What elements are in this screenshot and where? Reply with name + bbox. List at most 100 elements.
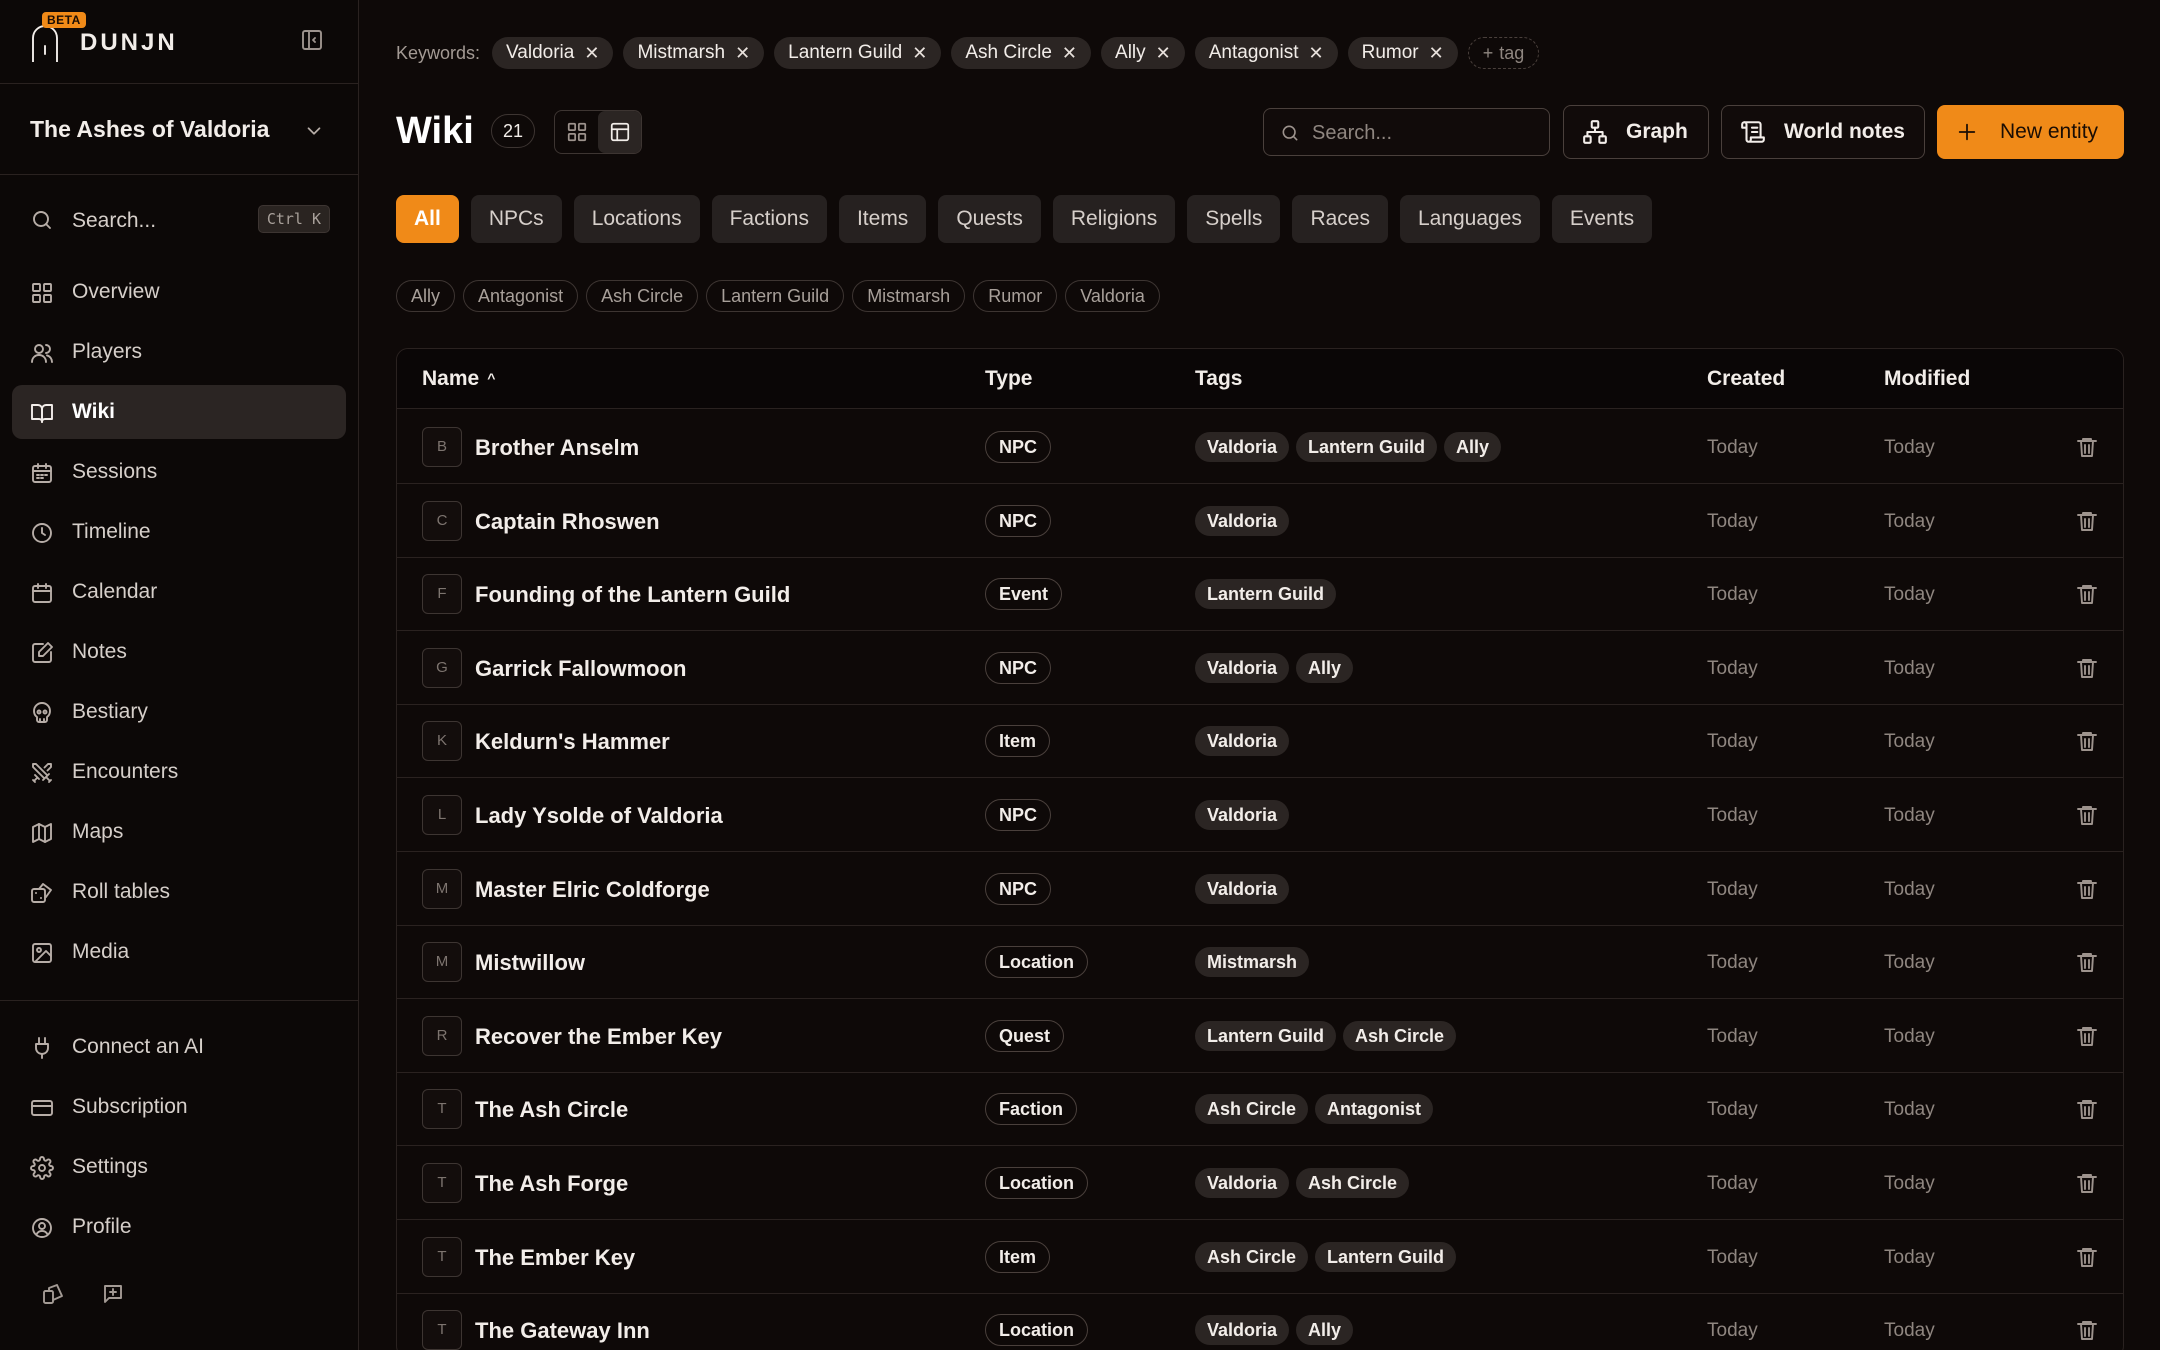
table-row[interactable]: F Founding of the Lantern Guild Event Lante… bbox=[397, 557, 2123, 632]
filter-languages[interactable]: Languages bbox=[1399, 195, 1540, 243]
close-icon[interactable]: ✕ bbox=[1309, 43, 1324, 64]
trash-icon[interactable] bbox=[2075, 656, 2099, 680]
sidebar-item-sessions[interactable]: Sessions bbox=[12, 445, 346, 499]
sidebar-item-players[interactable]: Players bbox=[12, 325, 346, 379]
sidebar-item-connect-ai[interactable]: Connect an AI bbox=[12, 1020, 346, 1074]
table-row[interactable]: M Mistwillow Location Mistmarsh Today Today bbox=[397, 925, 2123, 1000]
table-row[interactable]: T The Ember Key Item Ash Circle Lantern Guil… bbox=[397, 1220, 2123, 1294]
sidebar-collapse-icon[interactable] bbox=[300, 28, 324, 52]
world-notes-button[interactable]: World notes bbox=[1721, 105, 1925, 159]
close-icon[interactable]: ✕ bbox=[1062, 43, 1077, 64]
column-header-tags[interactable]: Tags bbox=[1195, 367, 1242, 391]
sidebar-item-bestiary[interactable]: Bestiary bbox=[12, 685, 346, 739]
tag-filter[interactable]: Ally bbox=[396, 280, 456, 312]
entity-name[interactable]: Founding of the Lantern Guild bbox=[475, 582, 790, 608]
trash-icon[interactable] bbox=[2075, 950, 2099, 974]
entity-name[interactable]: The Ember Key bbox=[475, 1245, 635, 1271]
trash-icon[interactable] bbox=[2075, 1097, 2099, 1121]
column-header-created[interactable]: Created bbox=[1707, 367, 1785, 391]
sidebar-item-overview[interactable]: Overview bbox=[12, 265, 346, 319]
sidebar-item-profile[interactable]: Profile bbox=[12, 1200, 346, 1254]
close-icon[interactable]: ✕ bbox=[1429, 43, 1444, 64]
sidebar-item-roll-tables[interactable]: Roll tables bbox=[12, 865, 346, 919]
add-tag-button[interactable]: + tag bbox=[1467, 37, 1540, 69]
entity-name[interactable]: Brother Anselm bbox=[475, 435, 639, 461]
entity-name[interactable]: Garrick Fallowmoon bbox=[475, 656, 687, 682]
tag-filter[interactable]: Ash Circle bbox=[586, 280, 699, 312]
sidebar-item-timeline[interactable]: Timeline bbox=[12, 505, 346, 559]
column-header-type[interactable]: Type bbox=[985, 367, 1032, 391]
table-view-icon[interactable] bbox=[598, 111, 641, 153]
table-row[interactable]: T The Gateway Inn Location Valdoria Ally Toda… bbox=[397, 1293, 2123, 1350]
table-row[interactable]: T The Ash Forge Location Valdoria Ash Circle… bbox=[397, 1146, 2123, 1220]
sidebar-item-wiki[interactable]: Wiki bbox=[12, 385, 346, 439]
entity-name[interactable]: Recover the Ember Key bbox=[475, 1024, 722, 1050]
tag-filter[interactable]: Valdoria bbox=[1065, 280, 1160, 312]
filter-events[interactable]: Events bbox=[1551, 195, 1653, 243]
column-header-modified[interactable]: Modified bbox=[1884, 367, 1970, 391]
sidebar-item-subscription[interactable]: Subscription bbox=[12, 1080, 346, 1134]
sidebar-item-maps[interactable]: Maps bbox=[12, 805, 346, 859]
filter-spells[interactable]: Spells bbox=[1187, 195, 1281, 243]
entity-name[interactable]: Keldurn's Hammer bbox=[475, 729, 670, 755]
tag-filter[interactable]: Antagonist bbox=[463, 280, 579, 312]
changelog-icon[interactable] bbox=[41, 1282, 65, 1306]
filter-items[interactable]: Items bbox=[838, 195, 927, 243]
trash-icon[interactable] bbox=[2075, 1171, 2099, 1195]
tag-filter[interactable]: Rumor bbox=[973, 280, 1058, 312]
table-row[interactable]: T The Ash Circle Faction Ash Circle Antagoni… bbox=[397, 1072, 2123, 1147]
trash-icon[interactable] bbox=[2075, 1245, 2099, 1269]
entity-name[interactable]: The Ash Circle bbox=[475, 1097, 628, 1123]
column-header-name[interactable]: Name ^ bbox=[422, 367, 495, 391]
filter-all[interactable]: All bbox=[396, 195, 459, 243]
trash-icon[interactable] bbox=[2075, 435, 2099, 459]
table-row[interactable]: L Lady Ysolde of Valdoria NPC Valdoria Today… bbox=[397, 778, 2123, 852]
entity-name[interactable]: Lady Ysolde of Valdoria bbox=[475, 803, 723, 829]
tag-filter[interactable]: Lantern Guild bbox=[706, 280, 845, 312]
new-entity-button[interactable]: New entity bbox=[1937, 105, 2124, 159]
entity-name[interactable]: Mistwillow bbox=[475, 950, 585, 976]
filter-npcs[interactable]: NPCs bbox=[470, 195, 562, 243]
table-row[interactable]: B Brother Anselm NPC Valdoria Lantern Guild A… bbox=[397, 410, 2123, 484]
entity-name[interactable]: Master Elric Coldforge bbox=[475, 877, 710, 903]
close-icon[interactable]: ✕ bbox=[1156, 43, 1171, 64]
close-icon[interactable]: ✕ bbox=[735, 43, 750, 64]
book-icon bbox=[30, 401, 54, 425]
sidebar-item-settings[interactable]: Settings bbox=[12, 1140, 346, 1194]
campaign-selector[interactable]: The Ashes of Valdoria bbox=[0, 84, 359, 174]
table-row[interactable]: M Master Elric Coldforge NPC Valdoria Today T… bbox=[397, 852, 2123, 926]
close-icon[interactable]: ✕ bbox=[912, 43, 927, 64]
table-row[interactable]: K Keldurn's Hammer Item Valdoria Today Today bbox=[397, 704, 2123, 779]
app-logo[interactable]: BETA DUNJN bbox=[30, 12, 220, 72]
filter-locations[interactable]: Locations bbox=[573, 195, 700, 243]
entity-name[interactable]: Captain Rhoswen bbox=[475, 509, 660, 535]
search-input[interactable] bbox=[1312, 117, 1537, 149]
table-row[interactable]: G Garrick Fallowmoon NPC Valdoria Ally Today T… bbox=[397, 631, 2123, 705]
grid-view-icon[interactable] bbox=[555, 111, 598, 153]
trash-icon[interactable] bbox=[2075, 729, 2099, 753]
graph-button[interactable]: Graph bbox=[1563, 105, 1709, 159]
filter-religions[interactable]: Religions bbox=[1052, 195, 1176, 243]
trash-icon[interactable] bbox=[2075, 1318, 2099, 1342]
trash-icon[interactable] bbox=[2075, 803, 2099, 827]
trash-icon[interactable] bbox=[2075, 509, 2099, 533]
filter-races[interactable]: Races bbox=[1292, 195, 1388, 243]
sidebar-item-media[interactable]: Media bbox=[12, 925, 346, 979]
close-icon[interactable]: ✕ bbox=[584, 43, 599, 64]
entity-name[interactable]: The Gateway Inn bbox=[475, 1318, 650, 1344]
filter-factions[interactable]: Factions bbox=[711, 195, 827, 243]
filter-quests[interactable]: Quests bbox=[938, 195, 1041, 243]
tag-filter[interactable]: Mistmarsh bbox=[852, 280, 966, 312]
sidebar-item-encounters[interactable]: Encounters bbox=[12, 745, 346, 799]
table-row[interactable]: R Recover the Ember Key Quest Lantern Guild… bbox=[397, 999, 2123, 1073]
trash-icon[interactable] bbox=[2075, 1024, 2099, 1048]
table-row[interactable]: C Captain Rhoswen NPC Valdoria Today Today bbox=[397, 484, 2123, 558]
trash-icon[interactable] bbox=[2075, 582, 2099, 606]
sidebar-search[interactable]: Search... Ctrl K bbox=[12, 190, 346, 250]
sidebar-item-notes[interactable]: Notes bbox=[12, 625, 346, 679]
feedback-icon[interactable] bbox=[101, 1282, 125, 1306]
entity-name[interactable]: The Ash Forge bbox=[475, 1171, 628, 1197]
trash-icon[interactable] bbox=[2075, 877, 2099, 901]
chevron-down-icon bbox=[303, 120, 325, 142]
sidebar-item-calendar[interactable]: Calendar bbox=[12, 565, 346, 619]
